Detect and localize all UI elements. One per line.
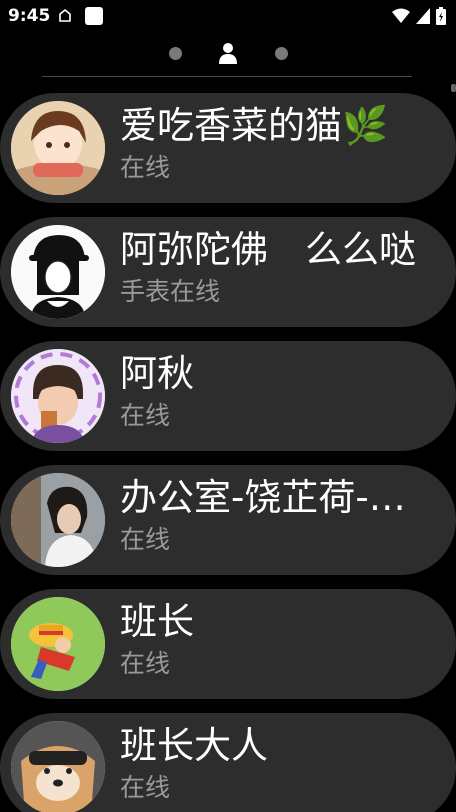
avatar [11, 101, 105, 195]
page-indicator [0, 40, 456, 68]
battery-icon [436, 7, 446, 25]
contact-row[interactable]: 阿弥陀佛 么么哒 手表在线 [0, 217, 456, 327]
contact-row[interactable]: 班长大人 在线 [0, 713, 456, 812]
contact-row[interactable]: 阿秋 在线 [0, 341, 456, 451]
avatar [11, 225, 105, 319]
contact-status: 在线 [120, 153, 171, 182]
avatar [11, 349, 105, 443]
contact-name: 班长大人 [120, 724, 268, 767]
contact-name: 爱吃香菜的猫🌿 [120, 104, 389, 147]
page-dot[interactable] [275, 47, 288, 60]
scrollbar[interactable] [451, 84, 456, 92]
status-bar: 9:45 [0, 0, 456, 34]
contact-list: 爱吃香菜的猫🌿 在线 阿弥陀佛 么么哒 手表在线 阿秋 在线 办公室-饶芷荷-小… [0, 93, 456, 812]
contact-status: 在线 [120, 401, 171, 430]
cellular-signal-icon [416, 8, 430, 24]
contact-status: 在线 [120, 525, 171, 554]
contact-row[interactable]: 办公室-饶芷荷-小学 在线 [0, 465, 456, 575]
header-divider [42, 76, 412, 77]
contacts-page-icon[interactable] [218, 42, 238, 64]
contact-name: 办公室-饶芷荷-小学 [120, 476, 436, 519]
contact-status: 手表在线 [120, 277, 221, 306]
contact-status: 在线 [120, 649, 171, 678]
page-dot[interactable] [169, 47, 182, 60]
contact-name: 阿秋 [120, 352, 194, 395]
contact-row[interactable]: 爱吃香菜的猫🌿 在线 [0, 93, 456, 203]
app-notification-icon [85, 7, 103, 25]
contact-name: 阿弥陀佛 么么哒 [120, 228, 416, 271]
contact-status: 在线 [120, 773, 171, 802]
avatar [11, 597, 105, 691]
avatar [11, 473, 105, 567]
wifi-icon [392, 8, 410, 23]
contact-row[interactable]: 班长 在线 [0, 589, 456, 699]
notification-icon [59, 8, 71, 22]
contact-name: 班长 [120, 600, 194, 643]
avatar [11, 721, 105, 812]
status-time: 9:45 [8, 6, 51, 26]
